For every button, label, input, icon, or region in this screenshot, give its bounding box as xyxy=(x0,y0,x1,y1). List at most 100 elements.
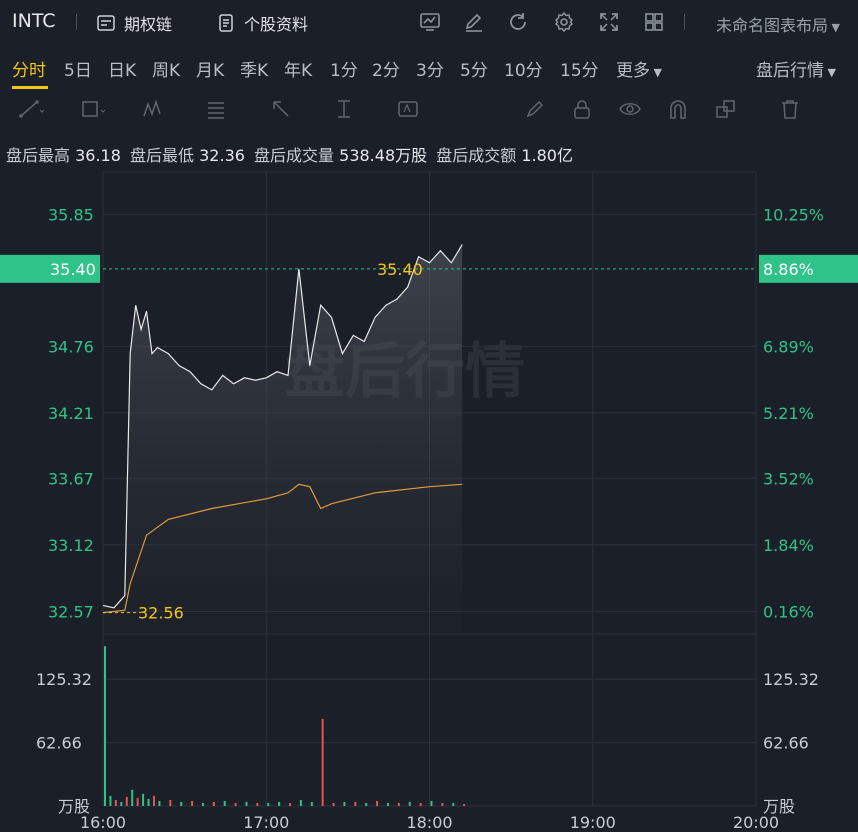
volume-bar xyxy=(136,797,139,806)
volume-bar xyxy=(142,793,145,806)
brush-icon[interactable] xyxy=(522,98,548,120)
volume-axis-label-left: 62.66 xyxy=(36,734,82,753)
drawing-toolbar xyxy=(0,90,858,130)
volume-bar xyxy=(343,801,346,806)
volume-bar xyxy=(299,799,302,806)
trash-icon[interactable] xyxy=(778,98,804,120)
pct-axis-label-right: 0.16% xyxy=(763,602,814,621)
high-label: 盘后最高 xyxy=(6,146,71,165)
volume-bar xyxy=(234,802,237,806)
options-chain-button[interactable]: 期权链 xyxy=(96,11,172,35)
volume-bar xyxy=(114,799,117,806)
volume-bar xyxy=(125,796,128,806)
layout-label: 未命名图表布局 xyxy=(716,16,829,35)
volume-bar xyxy=(332,802,335,806)
tab-10[interactable]: 3分 xyxy=(416,56,444,81)
layout-selector[interactable]: 未命名图表布局 ▼ xyxy=(716,12,840,36)
caret-down-icon: ▼ xyxy=(828,21,840,34)
volume-bar xyxy=(419,802,422,806)
low-value: 32.36 xyxy=(199,146,245,165)
session-selector[interactable]: 盘后行情 ▼ xyxy=(756,56,836,81)
pct-axis-label-right: 10.25% xyxy=(763,205,824,224)
price-axis-label-left: 33.12 xyxy=(48,536,94,555)
caret-down-icon: ▼ xyxy=(650,66,662,79)
time-axis-label: 16:00 xyxy=(80,813,126,832)
tab-1[interactable]: 分时 xyxy=(12,56,46,81)
chart-template-icon[interactable] xyxy=(418,10,442,34)
tab-8[interactable]: 1分 xyxy=(330,56,358,81)
price-axis-label-left: 35.85 xyxy=(48,205,94,224)
grid-layout-icon[interactable] xyxy=(642,10,666,34)
volume-bar xyxy=(321,718,324,806)
turnover-label: 盘后成交额 xyxy=(436,146,517,165)
tab-12[interactable]: 10分 xyxy=(504,56,543,81)
tab-11[interactable]: 5分 xyxy=(460,56,488,81)
volume-bar xyxy=(256,802,259,806)
current-price-marker: 35.40 xyxy=(377,260,423,279)
volume-value: 538.48万股 xyxy=(339,146,428,165)
tab-2[interactable]: 5日 xyxy=(64,56,92,81)
volume-axis-label-left: 125.32 xyxy=(36,670,92,689)
tab-3[interactable]: 日K xyxy=(108,56,136,81)
eye-icon[interactable] xyxy=(618,98,644,120)
fullscreen-icon[interactable] xyxy=(597,10,621,34)
volume-axis-label-right: 125.32 xyxy=(763,670,819,689)
lock-icon[interactable] xyxy=(570,98,596,120)
price-axis-label-left: 34.76 xyxy=(48,337,94,356)
ticker-symbol: INTC xyxy=(12,10,56,32)
stock-profile-button[interactable]: 个股资料 xyxy=(216,11,308,35)
draw-pencil-icon[interactable] xyxy=(462,10,486,34)
options-chain-label: 期权链 xyxy=(124,15,173,34)
tab-9[interactable]: 2分 xyxy=(372,56,400,81)
volume-axis-label-right: 62.66 xyxy=(763,734,809,753)
tab-7[interactable]: 年K xyxy=(284,56,312,81)
tab-6[interactable]: 季K xyxy=(240,56,268,81)
volume-bar xyxy=(152,795,155,806)
volume-bar xyxy=(120,801,123,806)
volume-bar xyxy=(441,802,444,806)
price-axis-label-left: 33.67 xyxy=(48,469,94,488)
intraday-chart[interactable]: 盘后行情35.408.86%35.4032.5635.8534.7634.213… xyxy=(0,170,858,832)
layers-icon[interactable] xyxy=(714,98,740,120)
volume-bar xyxy=(104,646,106,806)
high-value: 36.18 xyxy=(75,146,121,165)
tab-13[interactable]: 15分 xyxy=(560,56,599,81)
time-axis-label: 19:00 xyxy=(570,813,616,832)
magnet-icon[interactable] xyxy=(666,98,692,120)
text-tool-icon[interactable] xyxy=(397,98,423,120)
volume-bar xyxy=(376,800,379,806)
volume-bar xyxy=(452,802,455,806)
refresh-icon[interactable] xyxy=(506,10,530,34)
tab-14[interactable]: 更多 ▼ xyxy=(616,56,662,81)
measure-tool-icon[interactable] xyxy=(333,98,359,120)
volume-bar xyxy=(131,789,134,806)
volume-bar xyxy=(463,803,466,806)
volume-bar xyxy=(245,801,248,806)
volume-bar xyxy=(278,801,281,806)
pct-axis-label-right: 3.52% xyxy=(763,469,814,488)
pct-axis-label-right: 1.84% xyxy=(763,536,814,555)
top-bar: INTC 期权链 个股资料 未命名图表布局 ▼ xyxy=(0,0,858,44)
arrow-tool-icon[interactable] xyxy=(270,98,296,120)
after-hours-stats: 盘后最高 36.18 盘后最低 32.36 盘后成交量 538.48万股 盘后成… xyxy=(6,142,577,166)
tab-4[interactable]: 周K xyxy=(152,56,180,81)
tab-5[interactable]: 月K xyxy=(196,56,224,81)
time-axis-label: 20:00 xyxy=(733,813,779,832)
volume-bar xyxy=(223,800,226,806)
volume-bar xyxy=(158,800,161,806)
wave-tool-icon[interactable] xyxy=(142,98,168,120)
document-icon xyxy=(219,14,233,32)
volume-bar xyxy=(408,801,411,806)
trend-line-icon[interactable] xyxy=(18,98,44,120)
rectangle-tool-icon[interactable] xyxy=(80,98,106,120)
fibonacci-icon[interactable] xyxy=(205,98,231,120)
price-axis-label-left: 34.21 xyxy=(48,404,94,423)
volume-bar xyxy=(109,795,112,806)
time-axis-label: 17:00 xyxy=(243,813,289,832)
active-tab-underline xyxy=(12,86,48,89)
pct-axis-label-right: 5.21% xyxy=(763,404,814,423)
volume-bar xyxy=(169,799,172,806)
period-tabs: 分时 5日 日K 周K 月K 季K 年K 1分 2分 3分 5分 10分 15分 更多 ▼ 盘后行情 ▼ xyxy=(0,44,858,90)
settings-gear-icon[interactable] xyxy=(552,10,576,34)
volume-bar xyxy=(386,802,389,806)
